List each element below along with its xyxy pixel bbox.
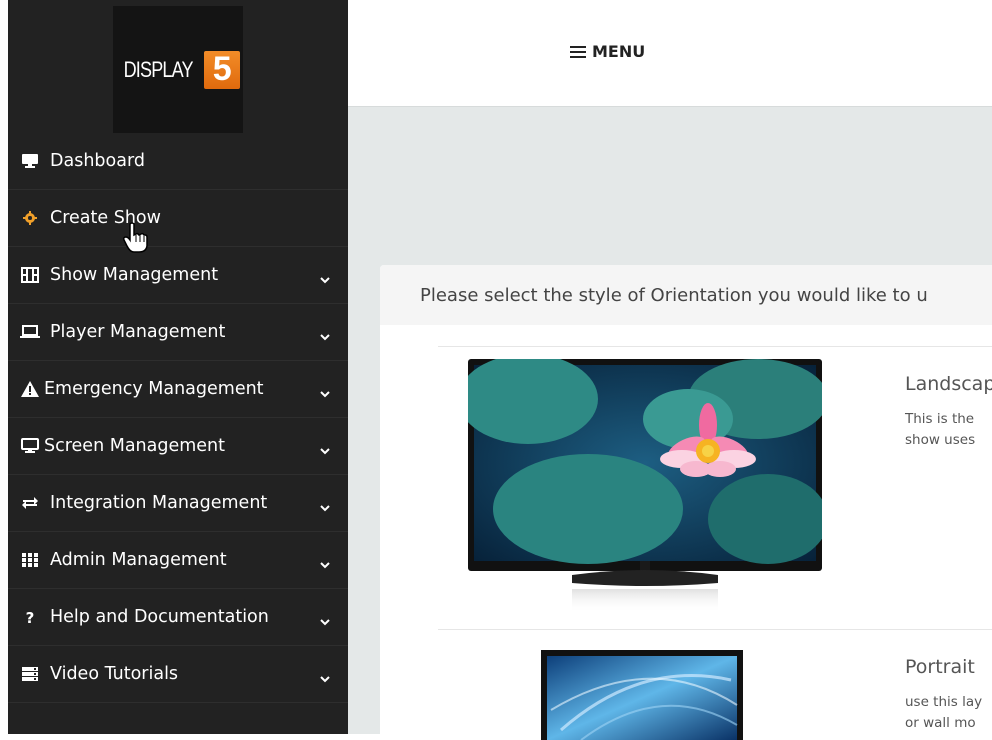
portrait-tv-image[interactable]	[541, 650, 743, 740]
sidebar-item-integration-management[interactable]: Integration Management	[8, 475, 348, 532]
film-icon	[20, 267, 40, 283]
option-description: or wall mo	[905, 715, 976, 731]
monitor-icon	[20, 153, 40, 169]
sidebar-item-label: Player Management	[50, 322, 226, 342]
option-description: show uses	[905, 432, 976, 448]
sidebar-item-label: Admin Management	[50, 550, 227, 570]
laptop-icon	[20, 325, 40, 339]
hamburger-icon	[570, 45, 586, 58]
warning-icon	[20, 381, 40, 397]
exchange-icon	[20, 496, 40, 510]
landscape-tv-image[interactable]	[458, 354, 828, 615]
chevron-down-icon[interactable]	[320, 611, 330, 631]
sidebar-item-label: Video Tutorials	[50, 664, 179, 684]
orientation-prompt: Please select the style of Orientation y…	[420, 284, 928, 306]
sidebar-item-create-show[interactable]: Create Show	[8, 190, 348, 247]
menu-button[interactable]: MENU	[570, 42, 645, 61]
sidebar-item-label: Show Management	[50, 265, 219, 285]
option-title: Portrait	[905, 656, 975, 678]
orientation-panel: Please select the style of Orientation y…	[380, 265, 992, 740]
chevron-down-icon[interactable]	[320, 668, 330, 688]
sidebar: DISPLAY 5 Dashboard Create Show Show Man…	[8, 0, 348, 734]
menu-label: MENU	[592, 42, 646, 61]
sidebar-item-player-management[interactable]: Player Management	[8, 304, 348, 361]
gear-icon	[20, 211, 40, 225]
orientation-option-landscape[interactable]: Landscap This is the show uses	[438, 346, 992, 629]
sidebar-item-screen-management[interactable]: Screen Management	[8, 418, 348, 475]
svg-text:?: ?	[26, 609, 35, 625]
grid-icon	[20, 553, 40, 567]
sidebar-item-dashboard[interactable]: Dashboard	[8, 133, 348, 190]
monitor-icon	[20, 438, 40, 454]
sidebar-item-help-and-documentation[interactable]: ? Help and Documentation	[8, 589, 348, 646]
sidebar-item-admin-management[interactable]: Admin Management	[8, 532, 348, 589]
sidebar-nav: Dashboard Create Show Show Management Pl…	[8, 133, 348, 703]
sidebar-item-emergency-management[interactable]: Emergency Management	[8, 361, 348, 418]
logo-number: 5	[204, 50, 241, 89]
sidebar-item-label: Help and Documentation	[50, 607, 269, 627]
option-title: Landscap	[905, 373, 992, 395]
chevron-down-icon[interactable]	[320, 440, 330, 460]
sidebar-item-label: Integration Management	[50, 493, 268, 513]
sidebar-item-label: Dashboard	[50, 151, 145, 171]
logo[interactable]: DISPLAY 5	[113, 6, 243, 133]
sidebar-item-label: Screen Management	[44, 436, 226, 456]
server-icon	[20, 667, 40, 681]
option-description: use this lay	[905, 694, 983, 710]
sidebar-item-video-tutorials[interactable]: Video Tutorials	[8, 646, 348, 703]
chevron-down-icon[interactable]	[320, 383, 330, 403]
chevron-down-icon[interactable]	[320, 326, 330, 346]
option-description: This is the	[905, 411, 975, 427]
top-bar: MENU	[348, 0, 992, 107]
chevron-down-icon[interactable]	[320, 269, 330, 289]
sidebar-item-label: Emergency Management	[44, 379, 264, 399]
question-icon: ?	[20, 609, 40, 625]
chevron-down-icon[interactable]	[320, 554, 330, 574]
orientation-option-portrait[interactable]: Portrait use this lay or wall mo	[438, 629, 992, 740]
chevron-down-icon[interactable]	[320, 497, 330, 517]
hand-cursor-icon	[123, 222, 149, 258]
sidebar-item-show-management[interactable]: Show Management	[8, 247, 348, 304]
logo-text: DISPLAY	[123, 56, 193, 82]
panel-header: Please select the style of Orientation y…	[380, 265, 992, 325]
